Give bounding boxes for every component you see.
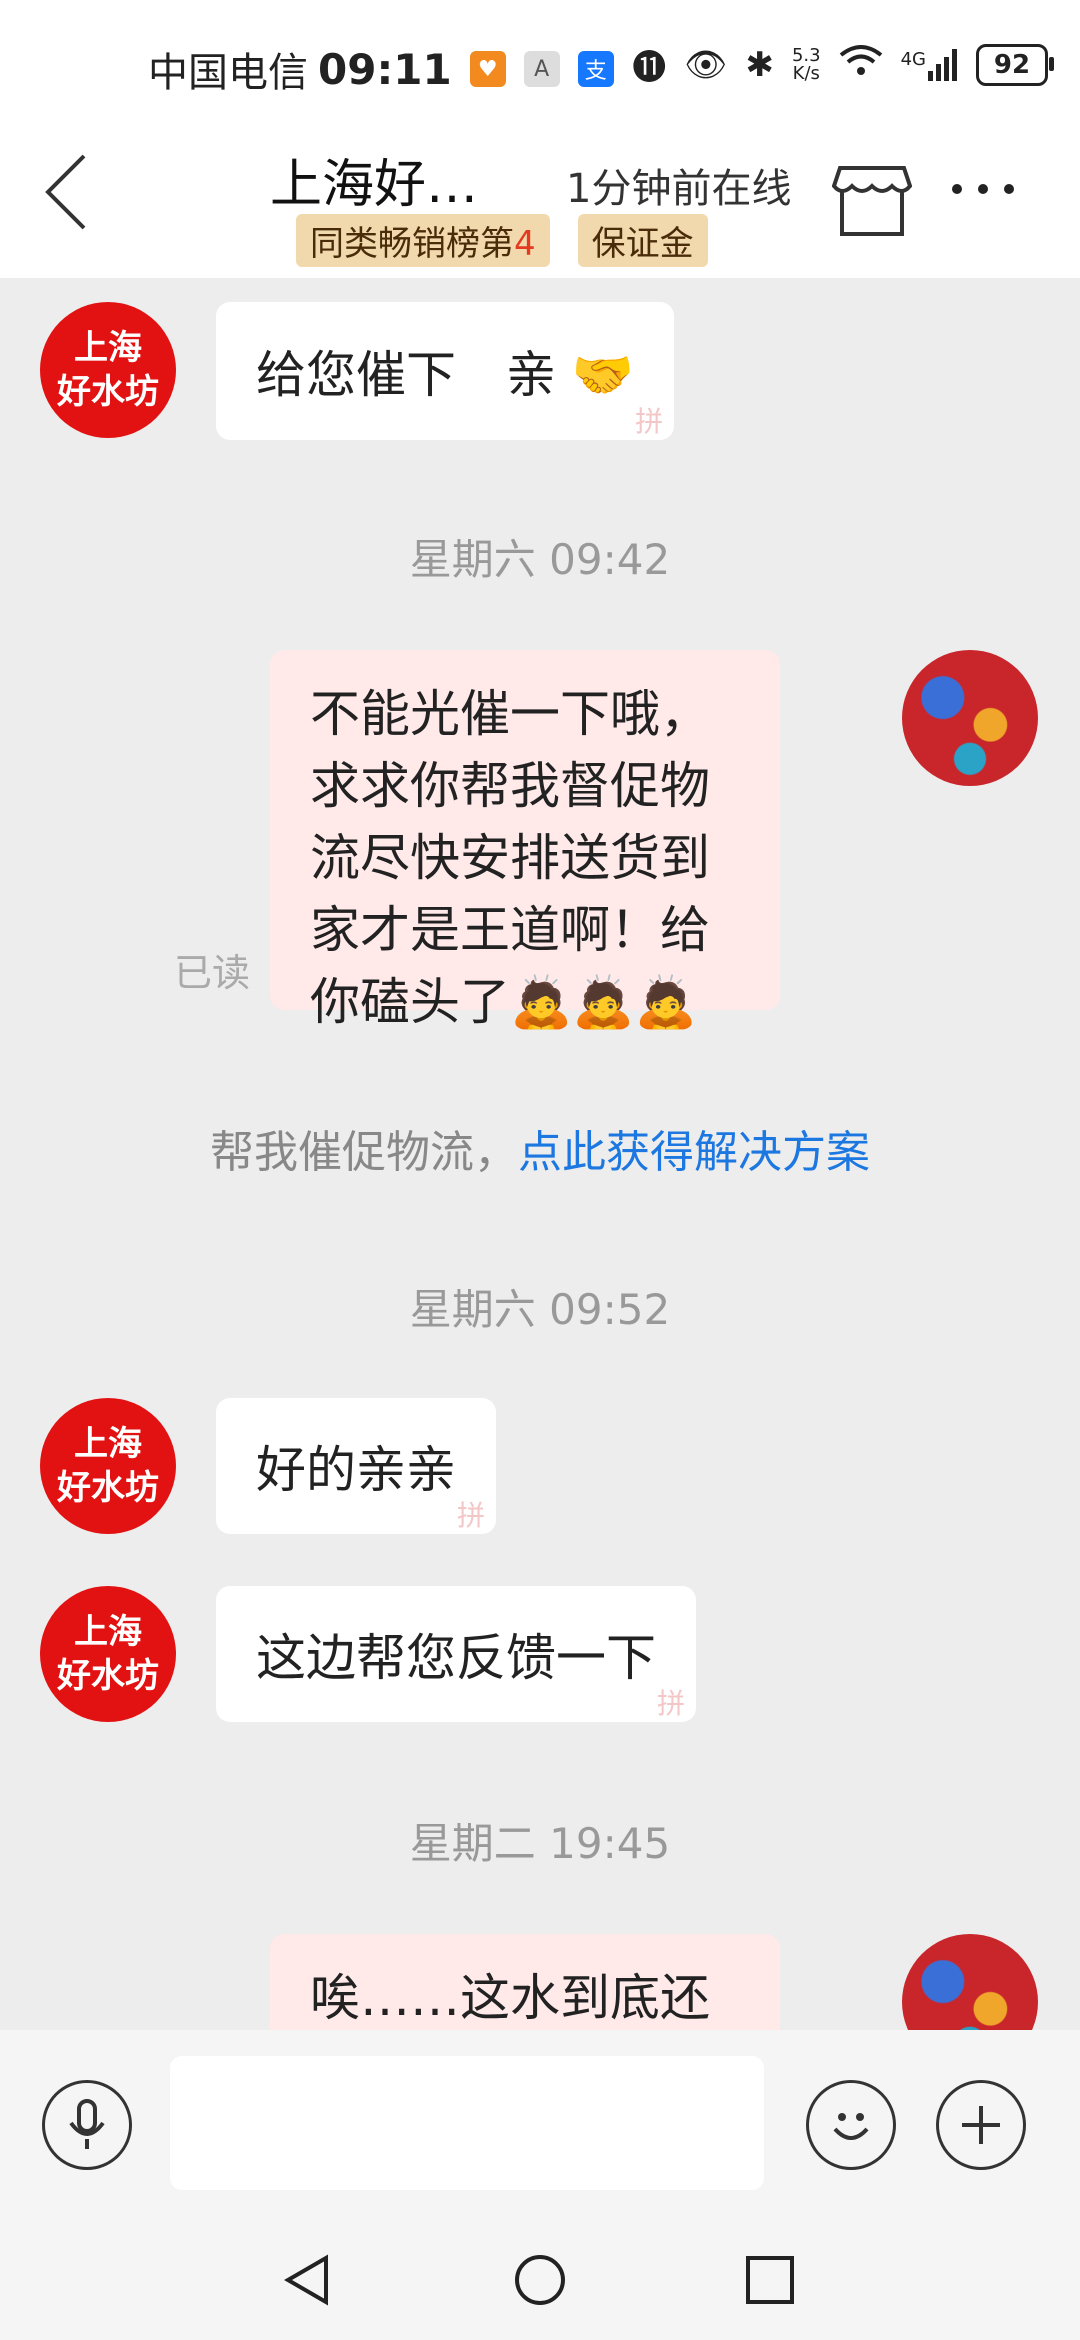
message-text: 唉……这水到底还能 bbox=[310, 1969, 710, 2027]
back-button[interactable] bbox=[40, 150, 100, 230]
eye-comfort-icon: 👁 bbox=[684, 44, 728, 85]
shop-avatar[interactable]: 上海 好水坊 bbox=[40, 1398, 176, 1534]
clock: 09:11 bbox=[318, 44, 452, 94]
microphone-icon bbox=[69, 2099, 105, 2149]
online-status: 1分钟前在线 bbox=[566, 166, 792, 212]
message-text: 给您催下 亲 🤝 bbox=[256, 346, 635, 404]
dot-icon bbox=[1004, 184, 1014, 194]
pinduoduo-watermark-icon: 拼 bbox=[456, 1499, 485, 1532]
input-bar bbox=[0, 2030, 1080, 2216]
user-avatar[interactable] bbox=[902, 1934, 1038, 2030]
avatar-line2: 好水坊 bbox=[57, 1468, 159, 1508]
chat-header: 上海好… 1分钟前在线 同类畅销榜第4 保证金 bbox=[0, 130, 1080, 278]
battery-icon: 92 bbox=[976, 43, 1054, 86]
message-bubble-incoming[interactable]: 给您催下 亲 🤝 拼 bbox=[216, 302, 675, 440]
deposit-badge[interactable]: 保证金 bbox=[577, 214, 708, 267]
message-bubble-outgoing[interactable]: 唉……这水到底还能 bbox=[270, 1934, 780, 2030]
more-menu-button[interactable] bbox=[952, 184, 1014, 194]
rank-prefix: 同类畅销榜第 bbox=[310, 224, 514, 264]
bestseller-rank-badge[interactable]: 同类畅销榜第4 bbox=[296, 214, 550, 267]
timestamp: 星期六 09:42 bbox=[409, 535, 671, 584]
store-button[interactable] bbox=[831, 164, 913, 236]
shop-avatar[interactable]: 上海 好水坊 bbox=[40, 302, 176, 438]
message-bubble-outgoing[interactable]: 不能光催一下哦，求求你帮我督促物流尽快安排送货到家才是王道啊！给你磕头了🙇🙇🙇 bbox=[270, 650, 780, 1031]
status-right: ⓫ 👁 ✱ 5.3 K/s 4G 92 bbox=[632, 40, 1054, 89]
hint-prefix: 帮我催促物流， bbox=[210, 1127, 518, 1178]
alipay-icon: 支 bbox=[577, 51, 614, 87]
dot-icon bbox=[978, 184, 988, 194]
add-more-button[interactable] bbox=[936, 2080, 1026, 2170]
system-nav-bar bbox=[0, 2216, 1080, 2340]
notification-a-icon: A bbox=[523, 51, 560, 87]
avatar-line1: 上海 bbox=[74, 328, 142, 368]
network-speed: 5.3 K/s bbox=[792, 46, 821, 84]
notification-app-icon: ♥ bbox=[469, 51, 506, 87]
solution-link[interactable]: 点此获得解决方案 bbox=[518, 1127, 870, 1178]
status-left: 中国电信 09:11 ♥ A 支 bbox=[148, 40, 614, 98]
shop-avatar[interactable]: 上海 好水坊 bbox=[40, 1586, 176, 1722]
chevron-left-icon bbox=[45, 154, 86, 230]
nav-home-icon[interactable] bbox=[512, 2252, 568, 2308]
nfc-icon: ⓫ bbox=[632, 48, 667, 88]
logistics-hint: 帮我催促物流，点此获得解决方案 bbox=[0, 1116, 1080, 1180]
emoji-button[interactable] bbox=[806, 2080, 896, 2170]
message-text: 不能光催一下哦，求求你帮我督促物流尽快安排送货到家才是王道啊！给你磕头了🙇🙇🙇 bbox=[310, 685, 710, 1031]
speed-unit: K/s bbox=[792, 62, 820, 84]
signal-icon: 4G bbox=[900, 48, 958, 81]
message-text: 这边帮您反馈一下 bbox=[256, 1629, 656, 1687]
network-type: 4G bbox=[900, 48, 926, 70]
plus-icon bbox=[962, 2106, 1000, 2144]
avatar-line2: 好水坊 bbox=[57, 372, 159, 412]
rank-number: 4 bbox=[514, 224, 536, 264]
wifi-icon bbox=[839, 43, 883, 86]
chat-messages[interactable]: 上海 好水坊 给您催下 亲 🤝 拼 星期六 09:42 不能光催一下哦，求求你帮… bbox=[0, 278, 1080, 2030]
message-bubble-incoming[interactable]: 这边帮您反馈一下 拼 bbox=[216, 1586, 696, 1722]
nav-back-icon[interactable] bbox=[282, 2252, 334, 2308]
timestamp: 星期二 19:45 bbox=[409, 1819, 671, 1868]
bluetooth-icon: ✱ bbox=[745, 44, 774, 85]
read-receipt: 已读 bbox=[174, 951, 251, 995]
battery-level: 92 bbox=[993, 49, 1031, 80]
smiley-icon bbox=[833, 2113, 869, 2140]
store-icon bbox=[831, 166, 913, 236]
nav-recents-icon[interactable] bbox=[744, 2254, 796, 2306]
dot-icon bbox=[952, 184, 962, 194]
timestamp: 星期六 09:52 bbox=[409, 1285, 671, 1334]
voice-button[interactable] bbox=[42, 2080, 132, 2170]
pinduoduo-watermark-icon: 拼 bbox=[635, 405, 664, 438]
avatar-line1: 上海 bbox=[74, 1612, 142, 1652]
carrier-name: 中国电信 bbox=[148, 50, 308, 96]
message-text: 好的亲亲 bbox=[256, 1441, 456, 1499]
message-bubble-incoming[interactable]: 好的亲亲 拼 bbox=[216, 1398, 496, 1534]
shop-badges: 同类畅销榜第4 保证金 bbox=[296, 214, 708, 267]
avatar-line1: 上海 bbox=[74, 1424, 142, 1464]
shop-title[interactable]: 上海好… bbox=[270, 142, 478, 217]
pinduoduo-watermark-icon: 拼 bbox=[656, 1687, 685, 1720]
avatar-line2: 好水坊 bbox=[57, 1656, 159, 1696]
user-avatar[interactable] bbox=[902, 650, 1038, 786]
message-input[interactable] bbox=[170, 2056, 764, 2190]
status-bar: 中国电信 09:11 ♥ A 支 ⓫ 👁 ✱ 5.3 K/s 4G 92 bbox=[0, 0, 1080, 130]
